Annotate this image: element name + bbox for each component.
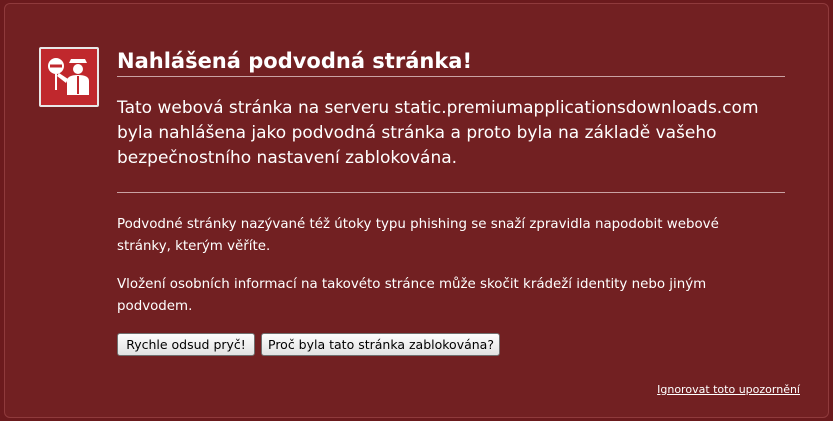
phishing-warning-panel: Nahlášená podvodná stránka! Tato webová … bbox=[4, 3, 829, 418]
phishing-explanation-text: Podvodné stránky nazývané též útoky typu… bbox=[117, 217, 719, 254]
warning-title: Nahlášená podvodná stránka! bbox=[117, 49, 473, 73]
leave-page-button[interactable]: Rychle odsud pryč! bbox=[117, 333, 255, 356]
title-divider bbox=[117, 76, 785, 77]
why-blocked-button[interactable]: Proč byla tato stránka zablokována? bbox=[261, 333, 500, 356]
warning-lead-text: Tato webová stránka na serveru static.pr… bbox=[117, 98, 759, 168]
identity-theft-text: Vložení osobních informací na takovéto s… bbox=[117, 277, 707, 314]
police-officer-stop-icon bbox=[39, 47, 99, 107]
lead-divider bbox=[117, 192, 785, 193]
ignore-warning-link[interactable]: Ignorovat toto upozornění bbox=[657, 383, 800, 396]
